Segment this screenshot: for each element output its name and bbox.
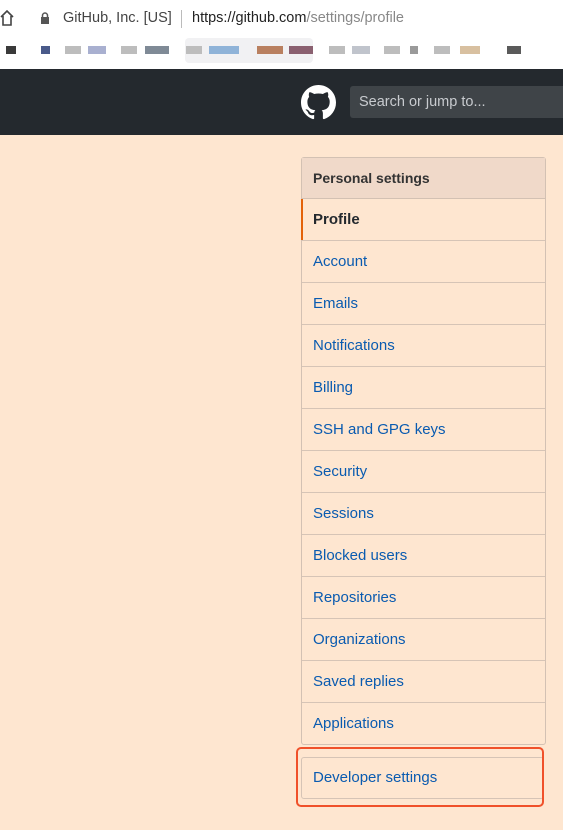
menu-item-notifications[interactable]: Notifications: [302, 325, 545, 367]
github-logo-icon[interactable]: [301, 85, 336, 120]
bookmark-icon[interactable]: [460, 46, 480, 54]
menu-item-billing[interactable]: Billing: [302, 367, 545, 409]
bookmark-icon[interactable]: [88, 46, 106, 54]
menu-item-security[interactable]: Security: [302, 451, 545, 493]
lock-icon[interactable]: [40, 12, 50, 24]
address-divider: [181, 10, 182, 28]
bookmark-icon[interactable]: [410, 46, 418, 54]
bookmark-icon[interactable]: [186, 46, 202, 54]
menu-item-organizations[interactable]: Organizations: [302, 619, 545, 661]
menu-item-saved-replies[interactable]: Saved replies: [302, 661, 545, 703]
bookmark-icon[interactable]: [6, 46, 16, 54]
bookmark-icon[interactable]: [209, 46, 239, 54]
highlight-box: [296, 747, 544, 807]
menu-item-ssh-gpg-keys[interactable]: SSH and GPG keys: [302, 409, 545, 451]
bookmark-icon[interactable]: [434, 46, 450, 54]
url-path: /settings/profile: [306, 10, 404, 26]
bookmark-icon[interactable]: [65, 46, 81, 54]
menu-item-repositories[interactable]: Repositories: [302, 577, 545, 619]
bookmark-icon[interactable]: [41, 46, 50, 54]
bookmark-icon[interactable]: [329, 46, 345, 54]
menu-heading: Personal settings: [302, 158, 545, 199]
menu-item-profile[interactable]: Profile: [301, 199, 545, 241]
bookmark-icon[interactable]: [352, 46, 370, 54]
address-bar[interactable]: https://github.com/settings/profile: [192, 10, 404, 26]
bookmark-icon[interactable]: [257, 46, 283, 54]
site-identity[interactable]: GitHub, Inc. [US]: [63, 10, 172, 26]
settings-menu: Personal settings Profile Account Emails…: [301, 157, 546, 745]
menu-item-emails[interactable]: Emails: [302, 283, 545, 325]
github-header: Search or jump to...: [0, 69, 563, 135]
menu-item-sessions[interactable]: Sessions: [302, 493, 545, 535]
bookmark-icon[interactable]: [507, 46, 521, 54]
bookmark-icon[interactable]: [289, 46, 313, 54]
browser-chrome: GitHub, Inc. [US] https://github.com/set…: [0, 0, 563, 69]
url-host: https://github.com: [192, 10, 307, 26]
bookmark-icon[interactable]: [121, 46, 137, 54]
bookmark-icon[interactable]: [384, 46, 400, 54]
search-input[interactable]: Search or jump to...: [350, 86, 563, 118]
home-icon[interactable]: [0, 10, 14, 26]
menu-item-blocked-users[interactable]: Blocked users: [302, 535, 545, 577]
bookmark-icon[interactable]: [145, 46, 169, 54]
menu-item-account[interactable]: Account: [302, 241, 545, 283]
menu-item-applications[interactable]: Applications: [302, 703, 545, 744]
